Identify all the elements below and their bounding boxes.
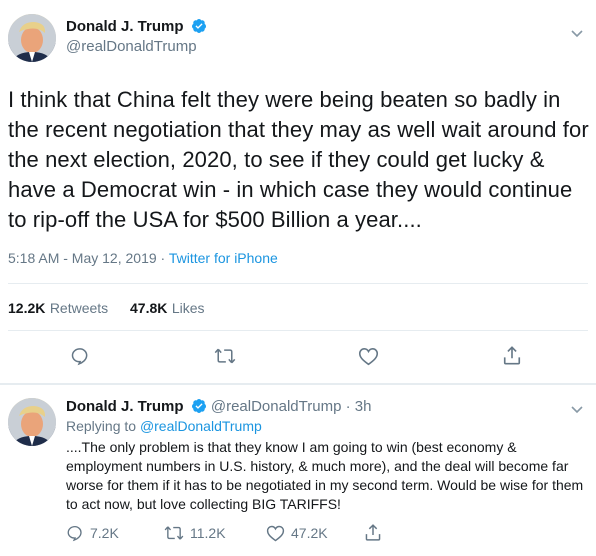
reply-like-button[interactable]: 47.2K (266, 524, 328, 542)
like-icon (358, 348, 379, 366)
tweet-timestamp[interactable]: 5:18 AM - May 12, 2019 (8, 250, 157, 266)
verified-icon (191, 399, 206, 413)
retweets-label: Retweets (49, 300, 109, 316)
likes-count: 47.8K (130, 300, 168, 316)
author-name[interactable]: Donald J. Trump (66, 18, 184, 35)
share-button[interactable] (502, 345, 522, 371)
reply-share-button[interactable] (364, 523, 382, 542)
share-icon (503, 346, 521, 365)
like-icon (266, 525, 285, 542)
likes-label: Likes (171, 300, 205, 316)
tweet-text: I think that China felt they were being … (8, 87, 589, 232)
author-handle[interactable]: @realDonaldTrump (66, 38, 197, 55)
retweets-stat[interactable]: 12.2K Retweets (8, 300, 108, 318)
reply-icon (71, 348, 88, 366)
reply-author-handle[interactable]: @realDonaldTrump (211, 398, 342, 415)
divider (8, 283, 588, 284)
retweet-count: 11.2K (190, 525, 226, 541)
reply-icon (67, 525, 82, 542)
reply-age[interactable]: 3h (355, 398, 372, 415)
retweet-icon (214, 348, 236, 364)
share-icon (365, 524, 381, 541)
retweet-icon (164, 526, 184, 540)
author-avatar[interactable] (8, 14, 56, 62)
meta-separator: · (160, 250, 166, 266)
chevron-down-icon[interactable] (570, 402, 584, 421)
replying-to-label: Replying to (66, 418, 137, 434)
like-button[interactable] (358, 346, 379, 371)
tweet-meta: 5:18 AM - May 12, 2019 · Twitter for iPh… (8, 250, 278, 266)
tweet-source-link[interactable]: Twitter for iPhone (169, 250, 278, 266)
meta-separator: · (345, 398, 351, 415)
verified-icon (191, 19, 206, 33)
reply-author-name[interactable]: Donald J. Trump (66, 398, 184, 415)
reply-author-avatar[interactable] (8, 398, 56, 446)
reply-count: 7.2K (90, 525, 119, 541)
divider (8, 330, 588, 331)
replying-to-handle-link[interactable]: @realDonaldTrump (140, 418, 262, 434)
retweets-count: 12.2K (8, 300, 46, 316)
replying-to: Replying to @realDonaldTrump (66, 418, 262, 434)
divider (0, 383, 596, 385)
like-count: 47.2K (291, 525, 328, 541)
reply-reply-button[interactable]: 7.2K (66, 524, 119, 542)
reply-header: Donald J. Trump @realDonaldTrump · 3h (66, 398, 371, 415)
likes-stat[interactable]: 47.8K Likes (130, 300, 205, 318)
reply-button[interactable] (70, 346, 90, 371)
reply-retweet-button[interactable]: 11.2K (164, 524, 226, 542)
chevron-down-icon[interactable] (570, 26, 584, 45)
retweet-button[interactable] (214, 346, 236, 371)
reply-text: ....The only problem is that they know I… (66, 439, 584, 512)
